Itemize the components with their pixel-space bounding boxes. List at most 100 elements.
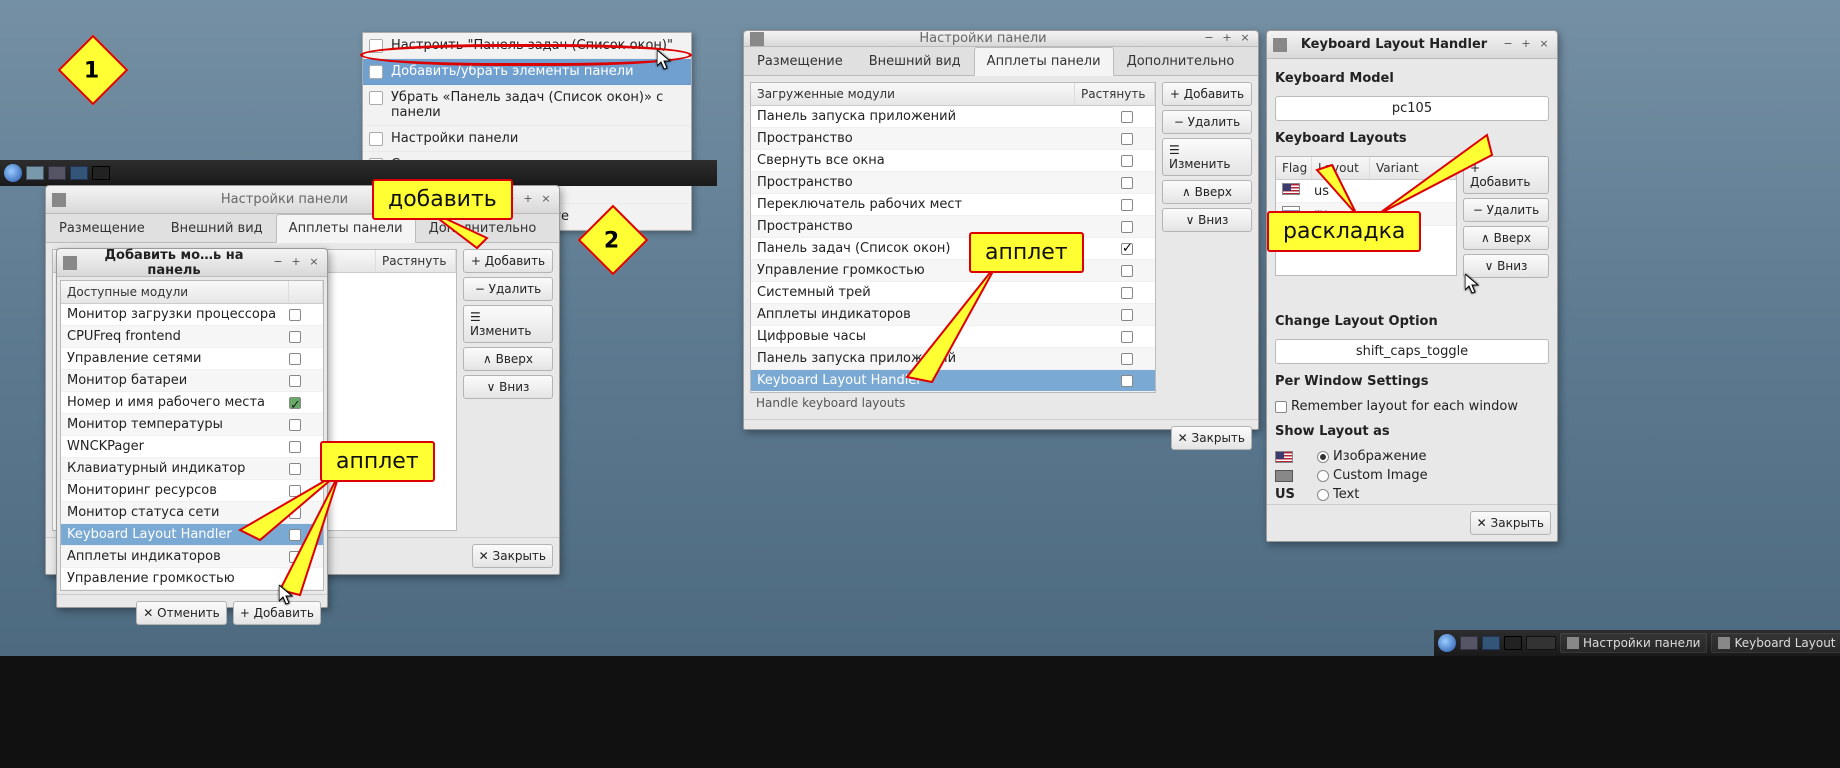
keyboard-layout-handler-window[interactable]: Keyboard Layout Handler − + × Keyboard M… <box>1266 30 1558 542</box>
up-layout-button[interactable]: ∧ Вверх <box>1463 226 1549 250</box>
remove-layout-button[interactable]: − Удалить <box>1463 198 1549 222</box>
close-button[interactable]: ✕ Закрыть <box>1171 426 1252 450</box>
keyboard-model-field[interactable]: pc105 <box>1275 96 1549 121</box>
tab[interactable]: Дополнительно <box>1114 47 1248 75</box>
titlebar[interactable]: Keyboard Layout Handler − + × <box>1267 31 1557 59</box>
list-item[interactable]: Панель запуска приложений <box>751 348 1155 370</box>
maximize-icon[interactable]: + <box>289 256 303 270</box>
down-button[interactable]: ∨ Вниз <box>463 375 553 399</box>
minimize-icon[interactable]: − <box>1202 32 1216 46</box>
tab[interactable]: Внешний вид <box>856 47 974 75</box>
minimize-icon[interactable]: − <box>1501 38 1515 52</box>
list-item[interactable]: Управление сетями <box>61 348 323 370</box>
list-item[interactable]: Монитор температуры <box>61 414 323 436</box>
list-item[interactable]: Номер и имя рабочего места✓ <box>61 392 323 414</box>
list-item[interactable]: Пространство <box>751 172 1155 194</box>
list-item[interactable]: Панель задач (Список окон)✓ <box>751 238 1155 260</box>
left-panel-bar[interactable] <box>0 160 717 186</box>
list-item[interactable]: Системный трей <box>751 282 1155 304</box>
col-layout[interactable]: Layout <box>1312 157 1370 179</box>
list-item[interactable]: Панель запуска приложений <box>751 106 1155 128</box>
edit-button[interactable]: ☰ Изменить <box>1162 138 1252 176</box>
list-item[interactable]: CPUFreq frontend <box>61 326 323 348</box>
close-icon[interactable]: × <box>1537 38 1551 52</box>
loaded-modules-list[interactable]: Загруженные модули Растянуть Панель запу… <box>750 82 1156 393</box>
list-item[interactable]: Мониторинг ресурсов <box>61 480 323 502</box>
maximize-icon[interactable]: + <box>1220 32 1234 46</box>
add-button[interactable]: + Добавить <box>463 249 553 273</box>
add-module-dialog[interactable]: Добавить мо…ь на панель − + × Доступные … <box>56 248 328 608</box>
list-item[interactable]: Переключатель рабочих мест <box>751 194 1155 216</box>
available-modules-list[interactable]: Доступные модули Монитор загрузки процес… <box>60 280 324 591</box>
remove-button[interactable]: − Удалить <box>1162 110 1252 134</box>
list-item[interactable]: Keyboard Layout Handler <box>61 524 323 546</box>
tab[interactable]: Размещение <box>46 214 158 242</box>
tab[interactable]: Внешний вид <box>158 214 276 242</box>
maximize-icon[interactable]: + <box>521 193 535 207</box>
taskbar-item-klh[interactable]: Keyboard Layout … <box>1711 633 1840 653</box>
close-icon[interactable]: × <box>307 256 321 270</box>
layout-row[interactable]: us <box>1276 180 1456 203</box>
terminal-icon[interactable] <box>92 166 110 180</box>
minimize-icon[interactable]: − <box>271 256 285 270</box>
edit-button[interactable]: ☰ Изменить <box>463 305 553 343</box>
show-desktop-icon[interactable] <box>26 166 44 180</box>
down-layout-button[interactable]: ∨ Вниз <box>1463 254 1549 278</box>
remember-layout-checkbox[interactable]: Remember layout for each window <box>1275 399 1549 414</box>
list-item[interactable]: Монитор статуса сети <box>61 502 323 524</box>
radio-text[interactable]: Text <box>1317 487 1549 502</box>
close-button[interactable]: ✕ Закрыть <box>472 544 553 568</box>
list-item[interactable]: Свернуть все окна <box>751 150 1155 172</box>
remove-button[interactable]: − Удалить <box>463 277 553 301</box>
add-button[interactable]: + Добавить <box>1162 82 1252 106</box>
bottom-panel-bar[interactable]: Настройки панели Keyboard Layout … 🔈 ⇅ 🔋… <box>1434 630 1840 656</box>
cancel-button[interactable]: ✕ Отменить <box>136 601 226 625</box>
list-item[interactable]: Апплеты индикаторов <box>61 546 323 568</box>
tabs[interactable]: РазмещениеВнешний видАпплеты панелиДопол… <box>744 47 1258 76</box>
file-manager-icon[interactable] <box>1460 636 1478 650</box>
list-item[interactable]: Управление громкостью <box>61 568 323 590</box>
list-item[interactable]: Монитор загрузки процессора <box>61 304 323 326</box>
close-icon[interactable]: × <box>1238 32 1252 46</box>
col-stretch[interactable]: Растянуть <box>376 250 456 272</box>
down-button[interactable]: ∨ Вниз <box>1162 208 1252 232</box>
list-item[interactable]: Управление громкостью <box>751 260 1155 282</box>
list-item[interactable]: WNCKPager <box>61 436 323 458</box>
close-button[interactable]: ✕ Закрыть <box>1470 511 1551 535</box>
col-flag[interactable]: Flag <box>1276 157 1312 179</box>
distro-menu-icon[interactable] <box>1438 634 1456 652</box>
add-button[interactable]: + Добавить <box>233 601 321 625</box>
browser-icon[interactable] <box>1482 636 1500 650</box>
titlebar[interactable]: Настройки панели − + × <box>744 31 1258 47</box>
add-layout-button[interactable]: + Добавить <box>1463 156 1549 194</box>
tab[interactable]: Размещение <box>744 47 856 75</box>
col-modules[interactable]: Загруженные модули <box>751 83 1075 105</box>
close-icon[interactable]: × <box>539 193 553 207</box>
col-available[interactable]: Доступные модули <box>61 281 289 303</box>
browser-icon[interactable] <box>70 166 88 180</box>
up-button[interactable]: ∧ Вверх <box>1162 180 1252 204</box>
tab[interactable]: Апплеты панели <box>974 47 1114 76</box>
distro-menu-icon[interactable] <box>4 164 22 182</box>
col-stretch[interactable]: Растянуть <box>1075 83 1155 105</box>
list-item[interactable]: Монитор батареи <box>61 370 323 392</box>
list-item[interactable]: Цифровые часы <box>751 326 1155 348</box>
context-menu-item[interactable]: Убрать «Панель задач (Список окон)» с па… <box>363 85 691 126</box>
list-item[interactable]: Keyboard Layout Handler <box>751 370 1155 392</box>
radio-image[interactable]: Изображение <box>1317 449 1549 464</box>
list-item[interactable]: Клавиатурный индикатор <box>61 458 323 480</box>
taskbar-item-panel-prefs[interactable]: Настройки панели <box>1560 633 1707 653</box>
file-manager-icon[interactable] <box>48 166 66 180</box>
change-layout-field[interactable]: shift_caps_toggle <box>1275 339 1549 364</box>
up-button[interactable]: ∧ Вверх <box>463 347 553 371</box>
workspace-switcher[interactable] <box>1526 636 1556 650</box>
list-item[interactable]: Апплеты индикаторов <box>751 304 1155 326</box>
col-variant[interactable]: Variant <box>1370 157 1456 179</box>
maximize-icon[interactable]: + <box>1519 38 1533 52</box>
titlebar[interactable]: Добавить мо…ь на панель − + × <box>57 249 327 277</box>
context-menu-item[interactable]: Настройки панели <box>363 126 691 152</box>
panel-prefs-window-2[interactable]: Настройки панели − + × РазмещениеВнешний… <box>743 30 1259 430</box>
terminal-icon[interactable] <box>1504 636 1522 650</box>
list-item[interactable]: Пространство <box>751 128 1155 150</box>
radio-custom-image[interactable]: Custom Image <box>1317 468 1549 483</box>
